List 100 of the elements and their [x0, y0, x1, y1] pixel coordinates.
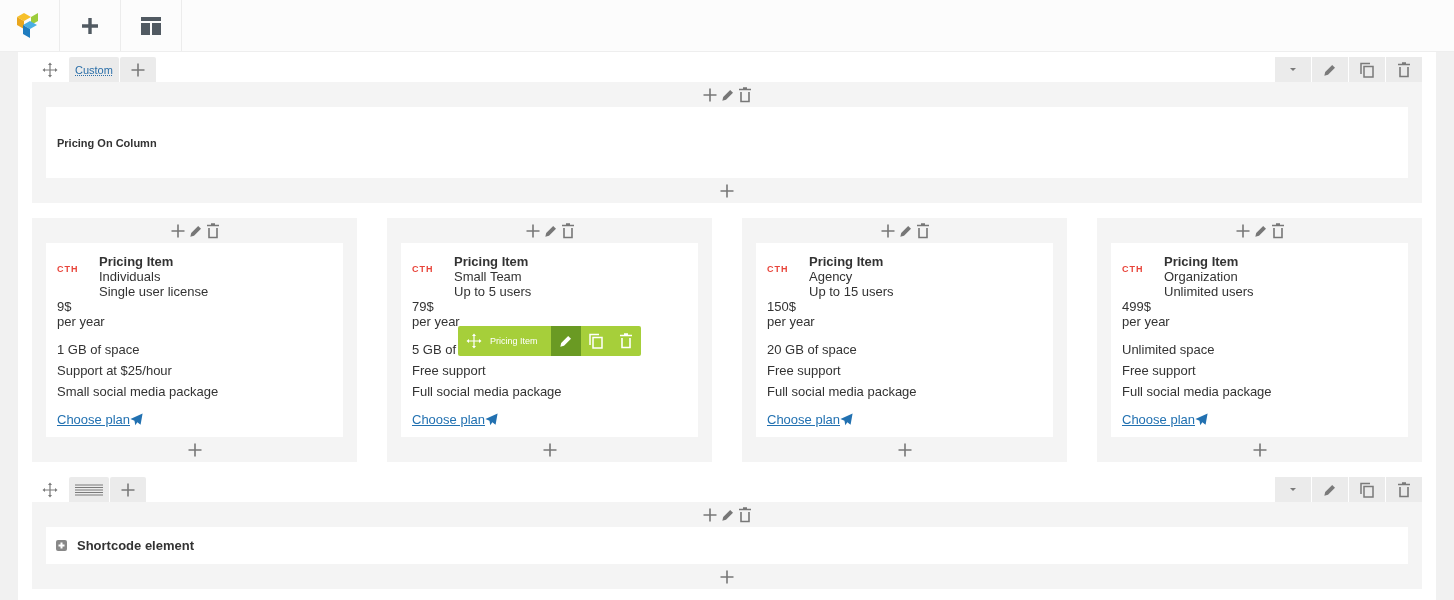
element-label: Pricing Item — [490, 336, 538, 346]
pricing-card[interactable]: CTH Pricing Item Individuals Single user license 9$ per year 1 GB of space Support at $25/hour Small social media package Choose plan — [46, 243, 343, 437]
pricing-title: Pricing Item — [454, 254, 530, 269]
feature-text: 20 GB of space — [767, 342, 858, 357]
paper-plane-icon — [1195, 413, 1208, 426]
pricing-card[interactable]: CTH Pricing Item Organization Unlimited users 499$ per year Unlimited space Free support Full social media package Choose plan — [1111, 243, 1408, 437]
plan-name: Agency — [809, 269, 854, 284]
add-column-button[interactable] — [119, 57, 156, 82]
caret-icon — [1288, 66, 1298, 73]
price: 499$ — [1122, 299, 1152, 314]
text-element[interactable]: Pricing On Column — [46, 107, 1408, 178]
add-icon[interactable] — [702, 506, 718, 523]
edit-row-button[interactable] — [1312, 477, 1348, 502]
pricing-card[interactable]: CTH Pricing Item Agency Up to 15 users 150$ per year 20 GB of space Free support Full social media package Choose plan — [756, 243, 1053, 437]
trash-icon — [618, 333, 633, 349]
pricing-title: Pricing Item — [809, 254, 885, 269]
price: 9$ — [57, 299, 73, 314]
plus-icon — [120, 481, 136, 498]
delete-icon[interactable] — [560, 222, 575, 239]
edit-element-button[interactable] — [550, 326, 581, 356]
feature-text: Full social media package — [412, 384, 563, 399]
plus-icon — [129, 61, 146, 78]
edit-icon[interactable] — [898, 223, 913, 238]
add-icon[interactable] — [169, 222, 186, 239]
choose-plan-link[interactable]: Choose plan — [1122, 412, 1195, 427]
delete-icon[interactable] — [738, 86, 752, 103]
copy-icon — [1359, 61, 1375, 78]
add-icon[interactable] — [896, 442, 913, 458]
feature-text: Unlimited space — [1122, 342, 1216, 357]
brand-logo: CTH — [412, 264, 435, 276]
trash-icon — [1397, 61, 1411, 78]
edit-icon[interactable] — [721, 87, 735, 102]
move-handle-icon[interactable] — [42, 481, 58, 498]
plan-name: Small Team — [454, 269, 523, 284]
caret-icon — [1288, 486, 1298, 493]
clone-row-button[interactable] — [1349, 477, 1385, 502]
layout-icon — [141, 16, 161, 35]
add-icon[interactable] — [541, 442, 558, 458]
delete-row-button[interactable] — [1386, 477, 1422, 502]
paper-plane-icon — [485, 413, 498, 426]
price: 79$ — [412, 299, 435, 314]
row-layout-button[interactable] — [69, 477, 109, 502]
edit-icon[interactable] — [721, 507, 735, 522]
delete-icon[interactable] — [915, 222, 930, 239]
add-column-button[interactable] — [110, 477, 146, 502]
plan-subtitle: Up to 15 users — [809, 284, 894, 299]
plan-subtitle: Single user license — [99, 284, 209, 299]
copy-icon — [1359, 481, 1375, 498]
move-handle-icon[interactable] — [42, 61, 58, 78]
add-icon[interactable] — [186, 442, 203, 458]
plan-subtitle: Unlimited users — [1164, 284, 1254, 299]
feature-text: Support at $25/hour — [57, 363, 173, 378]
add-icon[interactable] — [524, 222, 541, 239]
paper-plane-icon — [130, 413, 143, 426]
shortcode-icon — [56, 540, 67, 551]
price: 150$ — [767, 299, 797, 314]
add-icon[interactable] — [719, 183, 735, 199]
add-icon[interactable] — [1251, 442, 1268, 458]
feature-text: 5 GB of — [412, 342, 458, 357]
delete-icon[interactable] — [205, 222, 220, 239]
brand-logo: CTH — [767, 264, 790, 276]
choose-plan-link[interactable]: Choose plan — [57, 412, 130, 427]
add-icon[interactable] — [879, 222, 896, 239]
plan-name: Individuals — [99, 269, 162, 284]
edit-row-button[interactable] — [1312, 57, 1348, 82]
shortcode-element[interactable]: Shortcode element — [46, 527, 1408, 564]
feature-text: Small social media package — [57, 384, 220, 399]
clone-row-button[interactable] — [1349, 57, 1385, 82]
pencil-icon — [558, 334, 573, 348]
feature-text: Full social media package — [767, 384, 918, 399]
add-icon[interactable] — [702, 86, 718, 103]
pencil-icon — [1323, 62, 1337, 77]
pricing-card[interactable]: CTH Pricing Item Small Team Up to 5 users 79$ per year 5 GB of Free support Full social media package Choose plan Pricing Item — [401, 243, 698, 437]
brand-logo: CTH — [57, 264, 80, 276]
pricing-title: Pricing Item — [99, 254, 175, 269]
edit-icon[interactable] — [188, 223, 203, 238]
stripes-icon — [75, 483, 103, 496]
trash-icon — [1397, 481, 1411, 498]
row-layout-button[interactable]: Custom — [69, 57, 119, 82]
delete-row-button[interactable] — [1386, 57, 1422, 82]
plan-name: Organization — [1164, 269, 1239, 284]
choose-plan-link[interactable]: Choose plan — [412, 412, 485, 427]
brand-logo: CTH — [1122, 264, 1145, 276]
element-title: Shortcode element — [77, 538, 195, 553]
edit-icon[interactable] — [543, 223, 558, 238]
price-period: per year — [57, 314, 106, 329]
price-period: per year — [767, 314, 816, 329]
feature-text: Free support — [1122, 363, 1197, 378]
delete-icon[interactable] — [1270, 222, 1285, 239]
add-icon[interactable] — [719, 569, 735, 585]
add-icon[interactable] — [1234, 222, 1251, 239]
delete-icon[interactable] — [738, 506, 752, 523]
feature-text: 1 GB of space — [57, 342, 141, 357]
element-title: Pricing On Column — [57, 136, 157, 149]
pricing-title: Pricing Item — [1164, 254, 1240, 269]
plus-icon — [80, 15, 100, 36]
plan-subtitle: Up to 5 users — [454, 284, 532, 299]
choose-plan-link[interactable]: Choose plan — [767, 412, 840, 427]
feature-text: Full social media package — [1122, 384, 1273, 399]
edit-icon[interactable] — [1253, 223, 1268, 238]
